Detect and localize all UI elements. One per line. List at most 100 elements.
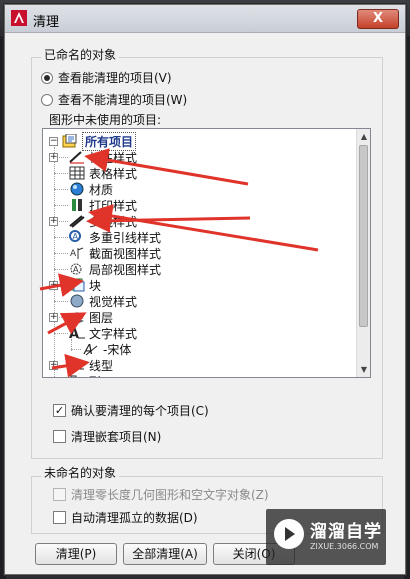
- confirm-each-checkbox-row[interactable]: ✓ 确认要清理的每个项目(C): [53, 402, 209, 419]
- detailview-icon: A: [70, 263, 82, 275]
- expand-icon[interactable]: +: [49, 280, 58, 290]
- purge-nested-checkbox-row[interactable]: 清理嵌套项目(N): [53, 428, 161, 445]
- tree-item-label: 表格样式: [89, 166, 138, 181]
- all-items-icon: [62, 134, 77, 148]
- tree-item[interactable]: 表格样式: [69, 165, 137, 181]
- tree-connector: [54, 189, 68, 190]
- tree-item[interactable]: + 线型: [49, 357, 114, 373]
- watermark: 溜溜自学 ZIXUE.3066.COM: [266, 509, 386, 565]
- radio-view-purgeable[interactable]: 查看能清理的项目(V): [41, 69, 172, 86]
- tree-caption: 图形中未使用的项目:: [49, 113, 162, 127]
- tree-child-guide: [71, 339, 72, 351]
- zero-length-checkbox-row[interactable]: 清理零长度几何图形和空文字对象(Z): [53, 486, 269, 503]
- tree-root[interactable]: − 所有项目: [49, 131, 137, 151]
- tree-scrollbar[interactable]: ▲ ▼: [356, 129, 370, 377]
- tree-item-label: 标注样式: [89, 150, 138, 165]
- tree-item-label: 图层: [89, 310, 114, 325]
- tree-item[interactable]: A 局部视图样式: [69, 261, 161, 277]
- radio-purgeable-dot[interactable]: [41, 71, 53, 84]
- tree-item[interactable]: A 截面视图样式: [69, 245, 161, 261]
- tree-item-label: 局部视图样式: [89, 262, 162, 277]
- scroll-down-icon[interactable]: ▼: [358, 363, 370, 376]
- confirm-each-checkbox[interactable]: ✓: [53, 404, 66, 417]
- shape-icon: [70, 375, 77, 377]
- linetype-icon: [70, 360, 84, 370]
- mlinestyle-icon: [69, 215, 85, 228]
- tree-item[interactable]: + 图层: [49, 309, 114, 325]
- purge-all-button[interactable]: 全部清理(A): [123, 543, 207, 565]
- tree-item[interactable]: A 多重引线样式: [69, 229, 161, 245]
- radio-nonpurgeable-dot[interactable]: [41, 93, 53, 106]
- watermark-title: 溜溜自学: [310, 522, 382, 542]
- tree-item[interactable]: 打印样式: [69, 197, 137, 213]
- tree-connector: [54, 205, 68, 206]
- auto-orphan-checkbox-row[interactable]: 自动清理孤立的数据(D): [53, 509, 198, 526]
- svg-text:A: A: [73, 232, 79, 241]
- radio-nonpurgeable-label: 查看不能清理的项目(W): [58, 93, 188, 107]
- tree-item-label: 材质: [89, 182, 114, 197]
- tree-item-label: 视觉样式: [89, 294, 138, 309]
- svg-text:A: A: [83, 343, 93, 356]
- tree-connector: [54, 173, 68, 174]
- auto-orphan-label: 自动清理孤立的数据(D): [71, 511, 198, 525]
- tree-connector: [54, 269, 68, 270]
- block-icon: [69, 278, 85, 292]
- expand-icon[interactable]: +: [49, 360, 58, 370]
- unused-items-tree[interactable]: − 所有项目 + 标注样式 表格样式 材质 打印样式 + 多线样式 A 多重引线样式 A 截面视图样…: [42, 128, 371, 378]
- material-icon: [70, 182, 84, 196]
- purge-nested-checkbox[interactable]: [53, 430, 66, 443]
- tree-connector: [54, 333, 68, 334]
- tree-item[interactable]: 材质: [69, 181, 113, 197]
- scroll-up-icon[interactable]: ▲: [358, 130, 370, 143]
- purge-button[interactable]: 清理(P): [35, 543, 117, 565]
- tree-item-label: 打印样式: [89, 198, 138, 213]
- font-icon: A: [83, 343, 98, 356]
- tree-guide-line: [54, 147, 55, 377]
- tree-item[interactable]: + 多线样式: [49, 213, 138, 229]
- title-bar[interactable]: 清理 X: [5, 5, 405, 33]
- confirm-each-label: 确认要清理的每个项目(C): [71, 404, 209, 418]
- tree-item-label: -宋体: [103, 342, 132, 357]
- named-objects-title: 已命名的对象: [41, 46, 120, 63]
- scroll-thumb[interactable]: [359, 145, 368, 327]
- dimstyle-icon: [69, 151, 84, 164]
- tree-item[interactable]: + 标注样式: [49, 149, 138, 165]
- tree-item[interactable]: A -宋体: [83, 341, 131, 357]
- tree-item-label: 截面视图样式: [89, 246, 162, 261]
- tree-item-label: 多重引线样式: [89, 230, 162, 245]
- expand-icon[interactable]: +: [49, 312, 58, 322]
- tree-item[interactable]: + 块: [49, 277, 102, 293]
- expand-icon[interactable]: +: [49, 152, 58, 162]
- tree-connector: [71, 349, 81, 350]
- svg-text:A: A: [70, 249, 77, 259]
- close-window-button[interactable]: X: [357, 9, 399, 29]
- tree-item-label: 文字样式: [89, 326, 138, 341]
- autocad-app-icon: [11, 10, 27, 26]
- table-style-icon: [69, 166, 85, 180]
- layer-icon: [70, 312, 84, 324]
- collapse-icon[interactable]: −: [49, 136, 58, 146]
- tree-item-label: 线型: [89, 358, 114, 373]
- watermark-play-icon: [274, 519, 304, 549]
- tree-connector: [54, 301, 68, 302]
- tree-item-label: 形: [89, 373, 101, 378]
- zero-length-label: 清理零长度几何图形和空文字对象(Z): [71, 488, 269, 502]
- tree-item-label: 块: [89, 278, 102, 293]
- plotstyle-icon: [72, 199, 82, 211]
- expand-icon[interactable]: +: [49, 216, 58, 226]
- dialog-title: 清理: [33, 15, 60, 30]
- tree-item[interactable]: A 文字样式: [69, 325, 137, 341]
- zero-length-checkbox[interactable]: [53, 488, 66, 501]
- radio-purgeable-label: 查看能清理的项目(V): [58, 71, 172, 85]
- tree-connector: [54, 253, 68, 254]
- tree-connector: [54, 237, 68, 238]
- mleaderstyle-icon: A: [69, 230, 81, 242]
- tree-item[interactable]: 形: [69, 373, 101, 378]
- auto-orphan-checkbox[interactable]: [53, 511, 66, 524]
- unnamed-objects-title: 未命名的对象: [41, 464, 120, 481]
- watermark-subtitle: ZIXUE.3066.COM: [310, 542, 379, 551]
- svg-text:A: A: [73, 265, 79, 274]
- tree-item[interactable]: 视觉样式: [69, 293, 137, 309]
- tree-item-label: 多线样式: [89, 214, 138, 229]
- radio-view-nonpurgeable[interactable]: 查看不能清理的项目(W): [41, 91, 187, 108]
